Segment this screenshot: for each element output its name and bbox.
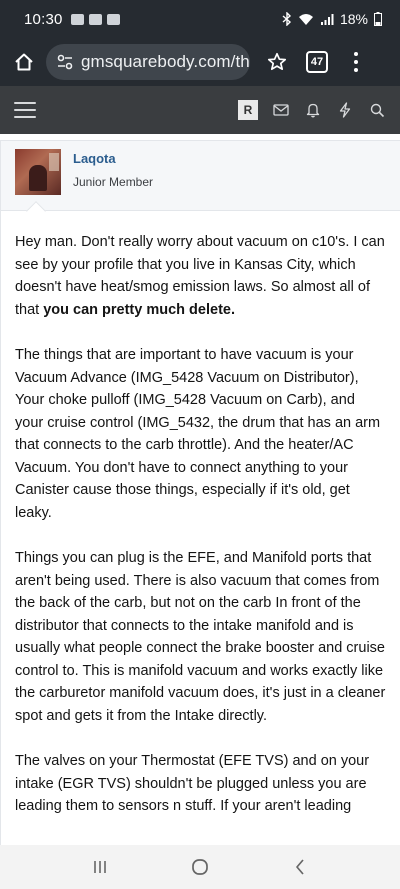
- tab-switcher-button[interactable]: 47: [306, 51, 328, 73]
- bold-text: you can pretty much delete.: [43, 301, 235, 318]
- message-paragraph: Things you can plug is the EFE, and Mani…: [15, 550, 386, 724]
- user-avatar[interactable]: [15, 149, 61, 195]
- home-button[interactable]: [10, 48, 38, 76]
- home-nav-button[interactable]: [185, 852, 215, 882]
- post-user-header: Laqota Junior Member: [1, 141, 400, 221]
- home-circle-icon: [192, 859, 208, 875]
- system-navigation-bar: [0, 845, 400, 889]
- search-icon[interactable]: [368, 101, 386, 119]
- message-paragraph: The valves on your Thermostat (EFE TVS) …: [15, 753, 370, 814]
- site-header: R: [0, 86, 400, 134]
- chat-notification-icon: [70, 13, 84, 25]
- post-message: Hey man. Don't really worry about vacuum…: [1, 211, 400, 818]
- whats-new-bolt-icon[interactable]: [336, 101, 354, 119]
- message-paragraph: Hey man. Don't really worry about vacuum…: [15, 234, 385, 318]
- bookmark-button[interactable]: [262, 47, 292, 77]
- address-bar[interactable]: gmsquarebody.com/th: [46, 44, 250, 80]
- back-button[interactable]: [285, 852, 315, 882]
- home-icon: [15, 53, 33, 71]
- user-title: Junior Member: [73, 175, 154, 189]
- forum-post: Laqota Junior Member Hey man. Don't real…: [0, 140, 400, 845]
- header-actions: R: [238, 100, 386, 120]
- status-bar: 10:30 18%: [0, 0, 400, 38]
- star-icon: [267, 52, 287, 71]
- site-settings-icon[interactable]: [56, 53, 74, 71]
- page-content: Laqota Junior Member Hey man. Don't real…: [0, 134, 400, 845]
- status-right: 18%: [282, 11, 382, 27]
- browser-toolbar: gmsquarebody.com/th 47: [0, 38, 400, 86]
- browser-menu-button[interactable]: [346, 47, 366, 77]
- url-text: gmsquarebody.com/th: [81, 52, 250, 71]
- inbox-icon[interactable]: [272, 101, 290, 119]
- status-time: 10:30: [24, 10, 63, 28]
- account-avatar[interactable]: R: [238, 100, 258, 120]
- back-chevron-icon: [296, 859, 304, 875]
- battery-icon: [374, 12, 382, 26]
- username-link[interactable]: Laqota: [73, 151, 153, 166]
- hamburger-menu-icon[interactable]: [14, 102, 36, 118]
- bluetooth-icon: [282, 12, 291, 26]
- signal-icon: [320, 14, 334, 25]
- app-notification-icon: [88, 13, 102, 25]
- battery-percent: 18%: [339, 11, 368, 27]
- recent-apps-button[interactable]: [85, 852, 115, 882]
- wifi-icon: [298, 13, 313, 25]
- alerts-bell-icon[interactable]: [304, 101, 322, 119]
- message-paragraph: The things that are important to have va…: [15, 347, 381, 521]
- recent-apps-icon: [94, 861, 106, 873]
- calendar-notification-icon: [106, 13, 120, 25]
- user-info: Laqota Junior Member: [73, 149, 153, 189]
- notification-icons: [70, 13, 120, 25]
